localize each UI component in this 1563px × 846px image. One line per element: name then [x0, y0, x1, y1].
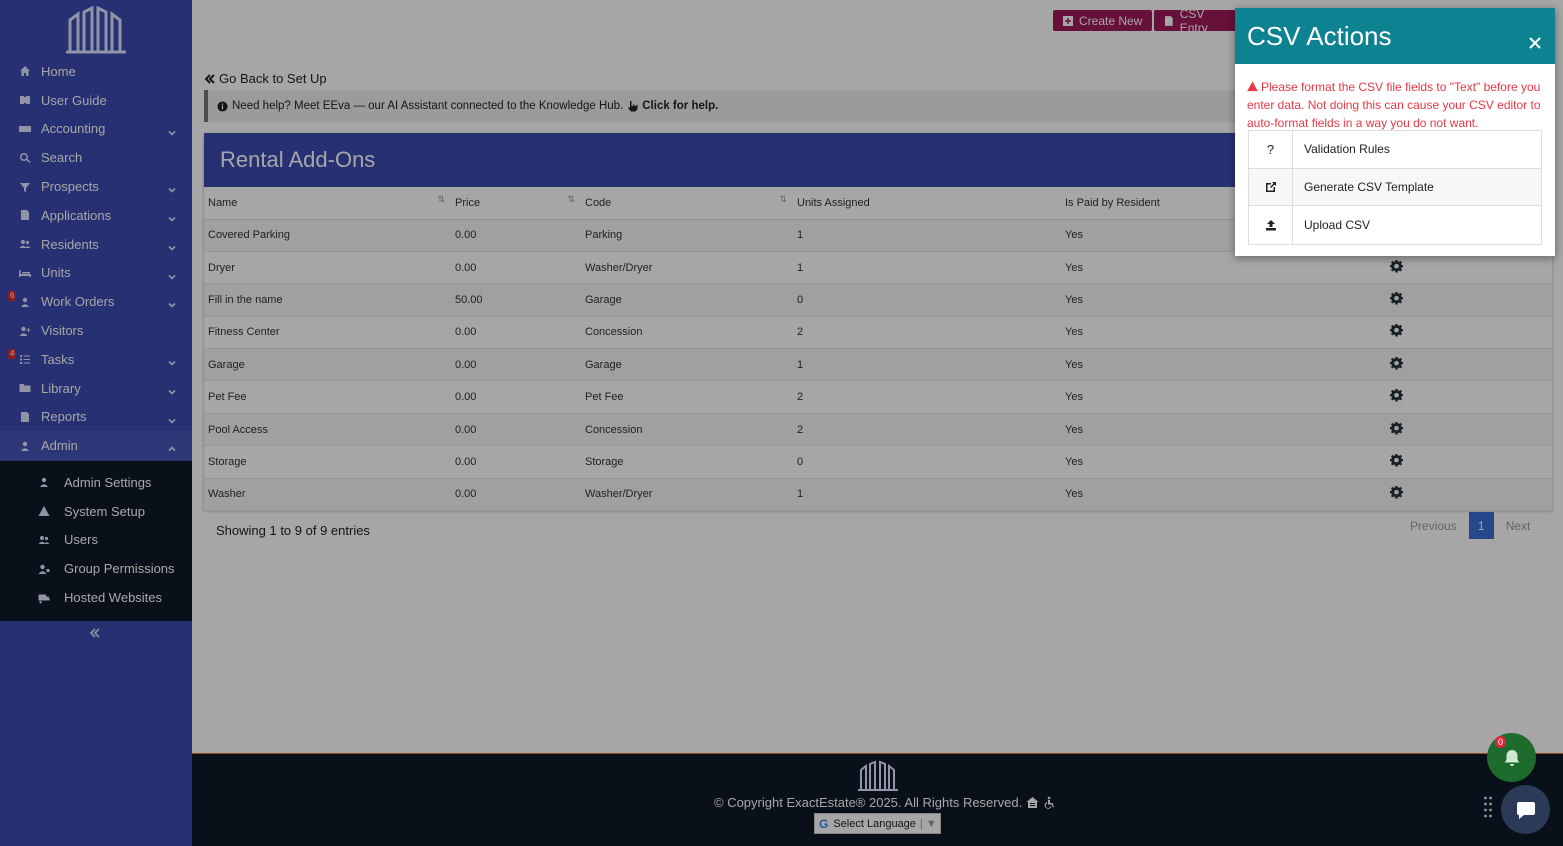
bell-icon — [1504, 749, 1519, 766]
question-icon: ? — [1249, 131, 1293, 168]
csv-warning-text: Please format the CSV file fields to "Te… — [1247, 80, 1541, 130]
drag-handle-icon[interactable] — [1483, 795, 1493, 821]
validation-rules-label: Validation Rules — [1304, 142, 1390, 157]
csv-actions-list: ? Validation Rules Generate CSV Template… — [1248, 130, 1542, 245]
csv-warning: Please format the CSV file fields to "Te… — [1235, 64, 1555, 132]
chat-bubble-icon — [1516, 801, 1535, 819]
external-link-icon — [1265, 181, 1276, 192]
validation-rules-button[interactable]: ? Validation Rules — [1249, 131, 1541, 169]
upload-csv-button[interactable]: Upload CSV — [1249, 206, 1541, 244]
upload-csv-label: Upload CSV — [1304, 217, 1371, 232]
warning-triangle-icon — [1247, 81, 1258, 92]
upload-icon — [1265, 219, 1276, 231]
csv-panel-header: CSV Actions — [1235, 8, 1555, 64]
chat-button[interactable] — [1501, 785, 1550, 834]
generate-csv-template-button[interactable]: Generate CSV Template — [1249, 168, 1541, 207]
csv-actions-panel: CSV Actions Please format the CSV file f… — [1235, 8, 1555, 256]
generate-csv-template-label: Generate CSV Template — [1304, 179, 1434, 194]
notification-count-badge: 0 — [1495, 736, 1507, 748]
close-icon[interactable] — [1529, 25, 1543, 49]
csv-panel-title: CSV Actions — [1247, 20, 1392, 51]
